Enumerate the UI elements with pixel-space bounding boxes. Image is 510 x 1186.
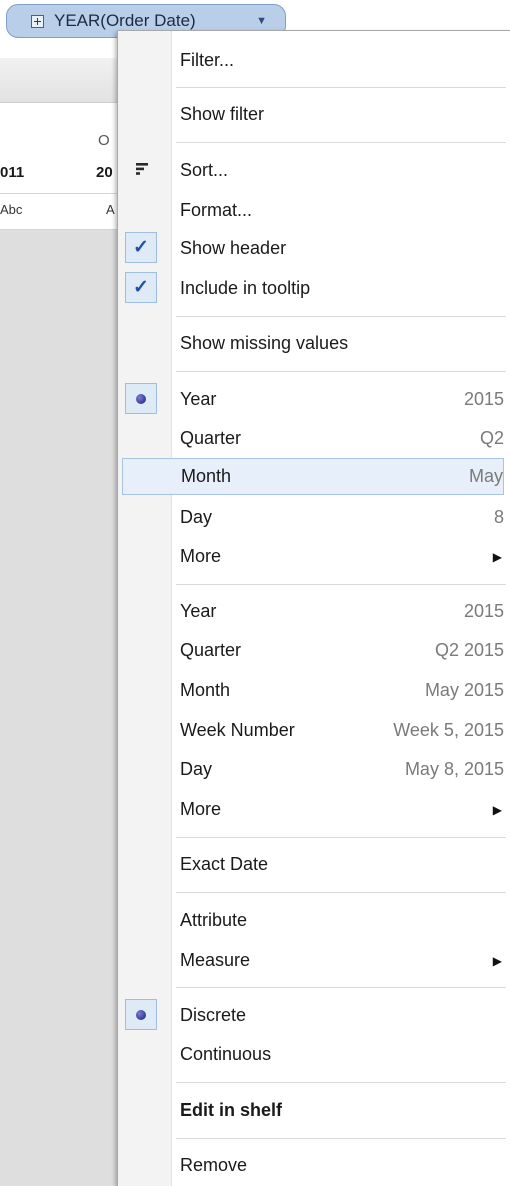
- menu-item-value: 8: [493, 507, 504, 527]
- radio-selected[interactable]: [125, 999, 157, 1030]
- menu-separator: [176, 892, 506, 893]
- menu-item-attribute[interactable]: Attribute: [122, 902, 504, 939]
- menu-item-remove[interactable]: Remove: [122, 1147, 504, 1184]
- menu-item-label: Format...: [180, 200, 253, 220]
- menu-item-label: Sort...: [180, 160, 229, 180]
- menu-item-label: Measure: [180, 950, 251, 970]
- menu-item-measure[interactable]: Measure ▶: [122, 942, 504, 979]
- menu-separator: [176, 1138, 506, 1139]
- menu-item-exact-date[interactable]: Exact Date: [122, 846, 504, 883]
- menu-separator: [176, 1082, 506, 1083]
- menu-item-show-filter[interactable]: Show filter: [122, 96, 504, 133]
- column-header-2011[interactable]: 011: [0, 164, 24, 181]
- menu-item-show-missing-values[interactable]: Show missing values: [122, 325, 504, 362]
- column-header-20[interactable]: 20: [96, 164, 113, 181]
- plus-box-icon[interactable]: [31, 14, 44, 28]
- menu-item-label: Discrete: [180, 1005, 247, 1025]
- menu-item-value: May 2015: [424, 680, 504, 700]
- menu-item-day-value[interactable]: Day May 8, 2015: [122, 751, 504, 788]
- menu-item-quarter-value[interactable]: Quarter Q2 2015: [122, 632, 504, 669]
- menu-item-label: Remove: [180, 1155, 248, 1175]
- menu-item-label: Month: [180, 680, 231, 700]
- radio-selected[interactable]: [125, 383, 157, 414]
- menu-item-value: Q2: [479, 428, 504, 448]
- menu-separator: [176, 584, 506, 585]
- radio-dot-icon: [136, 393, 146, 404]
- menu-separator: [176, 837, 506, 838]
- worksheet-empty-area: [0, 230, 118, 1186]
- menu-item-label: Week Number: [180, 720, 295, 740]
- triangle-down-icon[interactable]: ▼: [256, 15, 267, 27]
- menu-item-value: Week 5, 2015: [393, 720, 504, 740]
- menu-item-quarter-part[interactable]: Quarter Q2: [122, 420, 504, 457]
- menu-item-continuous[interactable]: Continuous: [122, 1036, 504, 1073]
- column-header-partial: O: [98, 132, 110, 149]
- menu-item-label: Day: [180, 507, 213, 527]
- menu-item-label: Exact Date: [180, 854, 269, 874]
- menu-separator: [176, 987, 506, 988]
- menu-item-edit-in-shelf[interactable]: Edit in shelf: [122, 1092, 504, 1129]
- menu-item-filter[interactable]: Filter...: [122, 42, 504, 79]
- menu-item-label: More: [180, 546, 222, 566]
- menu-item-discrete[interactable]: Discrete: [122, 997, 504, 1034]
- menu-item-label: Year: [180, 601, 217, 621]
- menu-item-value: Q2 2015: [434, 640, 504, 660]
- check-icon: ✓: [133, 277, 149, 298]
- menu-item-label: Show missing values: [180, 333, 349, 353]
- menu-item-value: 2015: [463, 389, 504, 409]
- check-icon: ✓: [133, 237, 149, 258]
- menu-item-label: Show filter: [180, 104, 265, 124]
- pill-context-menu: Filter... Show filter Sort... Format... …: [117, 30, 510, 1186]
- menu-separator: [176, 142, 506, 143]
- menu-item-label: More: [180, 799, 222, 819]
- triangle-right-icon: ▶: [492, 802, 502, 817]
- menu-item-label: Show header: [180, 238, 287, 258]
- checkbox-checked[interactable]: ✓: [125, 232, 157, 263]
- sort-icon: [136, 163, 148, 175]
- menu-item-value: 2015: [463, 601, 504, 621]
- menu-item-day-part[interactable]: Day 8: [122, 499, 504, 536]
- menu-separator: [176, 371, 506, 372]
- menu-item-more-values[interactable]: More ▶: [122, 791, 504, 828]
- menu-item-more-parts[interactable]: More ▶: [122, 538, 504, 575]
- worksheet-toolbar: [0, 58, 118, 103]
- menu-item-label: Continuous: [180, 1044, 272, 1064]
- menu-separator: [176, 87, 506, 88]
- menu-item-include-in-tooltip[interactable]: ✓ Include in tooltip: [122, 270, 504, 307]
- menu-item-year-part[interactable]: Year 2015: [122, 381, 504, 418]
- menu-item-value: May: [468, 466, 503, 486]
- menu-item-value: May 8, 2015: [404, 759, 504, 779]
- menu-item-month-part[interactable]: Month May: [122, 458, 504, 495]
- menu-item-show-header[interactable]: ✓ Show header: [122, 230, 504, 267]
- table-cell: A: [106, 202, 115, 217]
- menu-item-month-value[interactable]: Month May 2015: [122, 672, 504, 709]
- menu-item-label: Month: [181, 466, 232, 486]
- menu-item-label: Day: [180, 759, 213, 779]
- table-cell: Abc: [0, 202, 23, 217]
- menu-item-format[interactable]: Format...: [122, 192, 504, 229]
- menu-item-label: Attribute: [180, 910, 248, 930]
- triangle-right-icon: ▶: [492, 549, 502, 564]
- menu-item-label: Year: [180, 389, 217, 409]
- menu-item-sort[interactable]: Sort...: [122, 152, 504, 189]
- checkbox-checked[interactable]: ✓: [125, 272, 157, 303]
- menu-item-label: Filter...: [180, 50, 235, 70]
- menu-separator: [176, 316, 506, 317]
- menu-item-label: Edit in shelf: [180, 1100, 283, 1120]
- menu-item-label: Quarter: [180, 428, 242, 448]
- menu-item-year-value[interactable]: Year 2015: [122, 593, 504, 630]
- triangle-right-icon: ▶: [492, 953, 502, 968]
- divider: [0, 193, 118, 194]
- menu-item-label: Include in tooltip: [180, 278, 311, 298]
- pill-label: YEAR(Order Date): [54, 11, 196, 30]
- menu-item-label: Quarter: [180, 640, 242, 660]
- menu-item-week-number-value[interactable]: Week Number Week 5, 2015: [122, 712, 504, 749]
- radio-dot-icon: [136, 1009, 146, 1020]
